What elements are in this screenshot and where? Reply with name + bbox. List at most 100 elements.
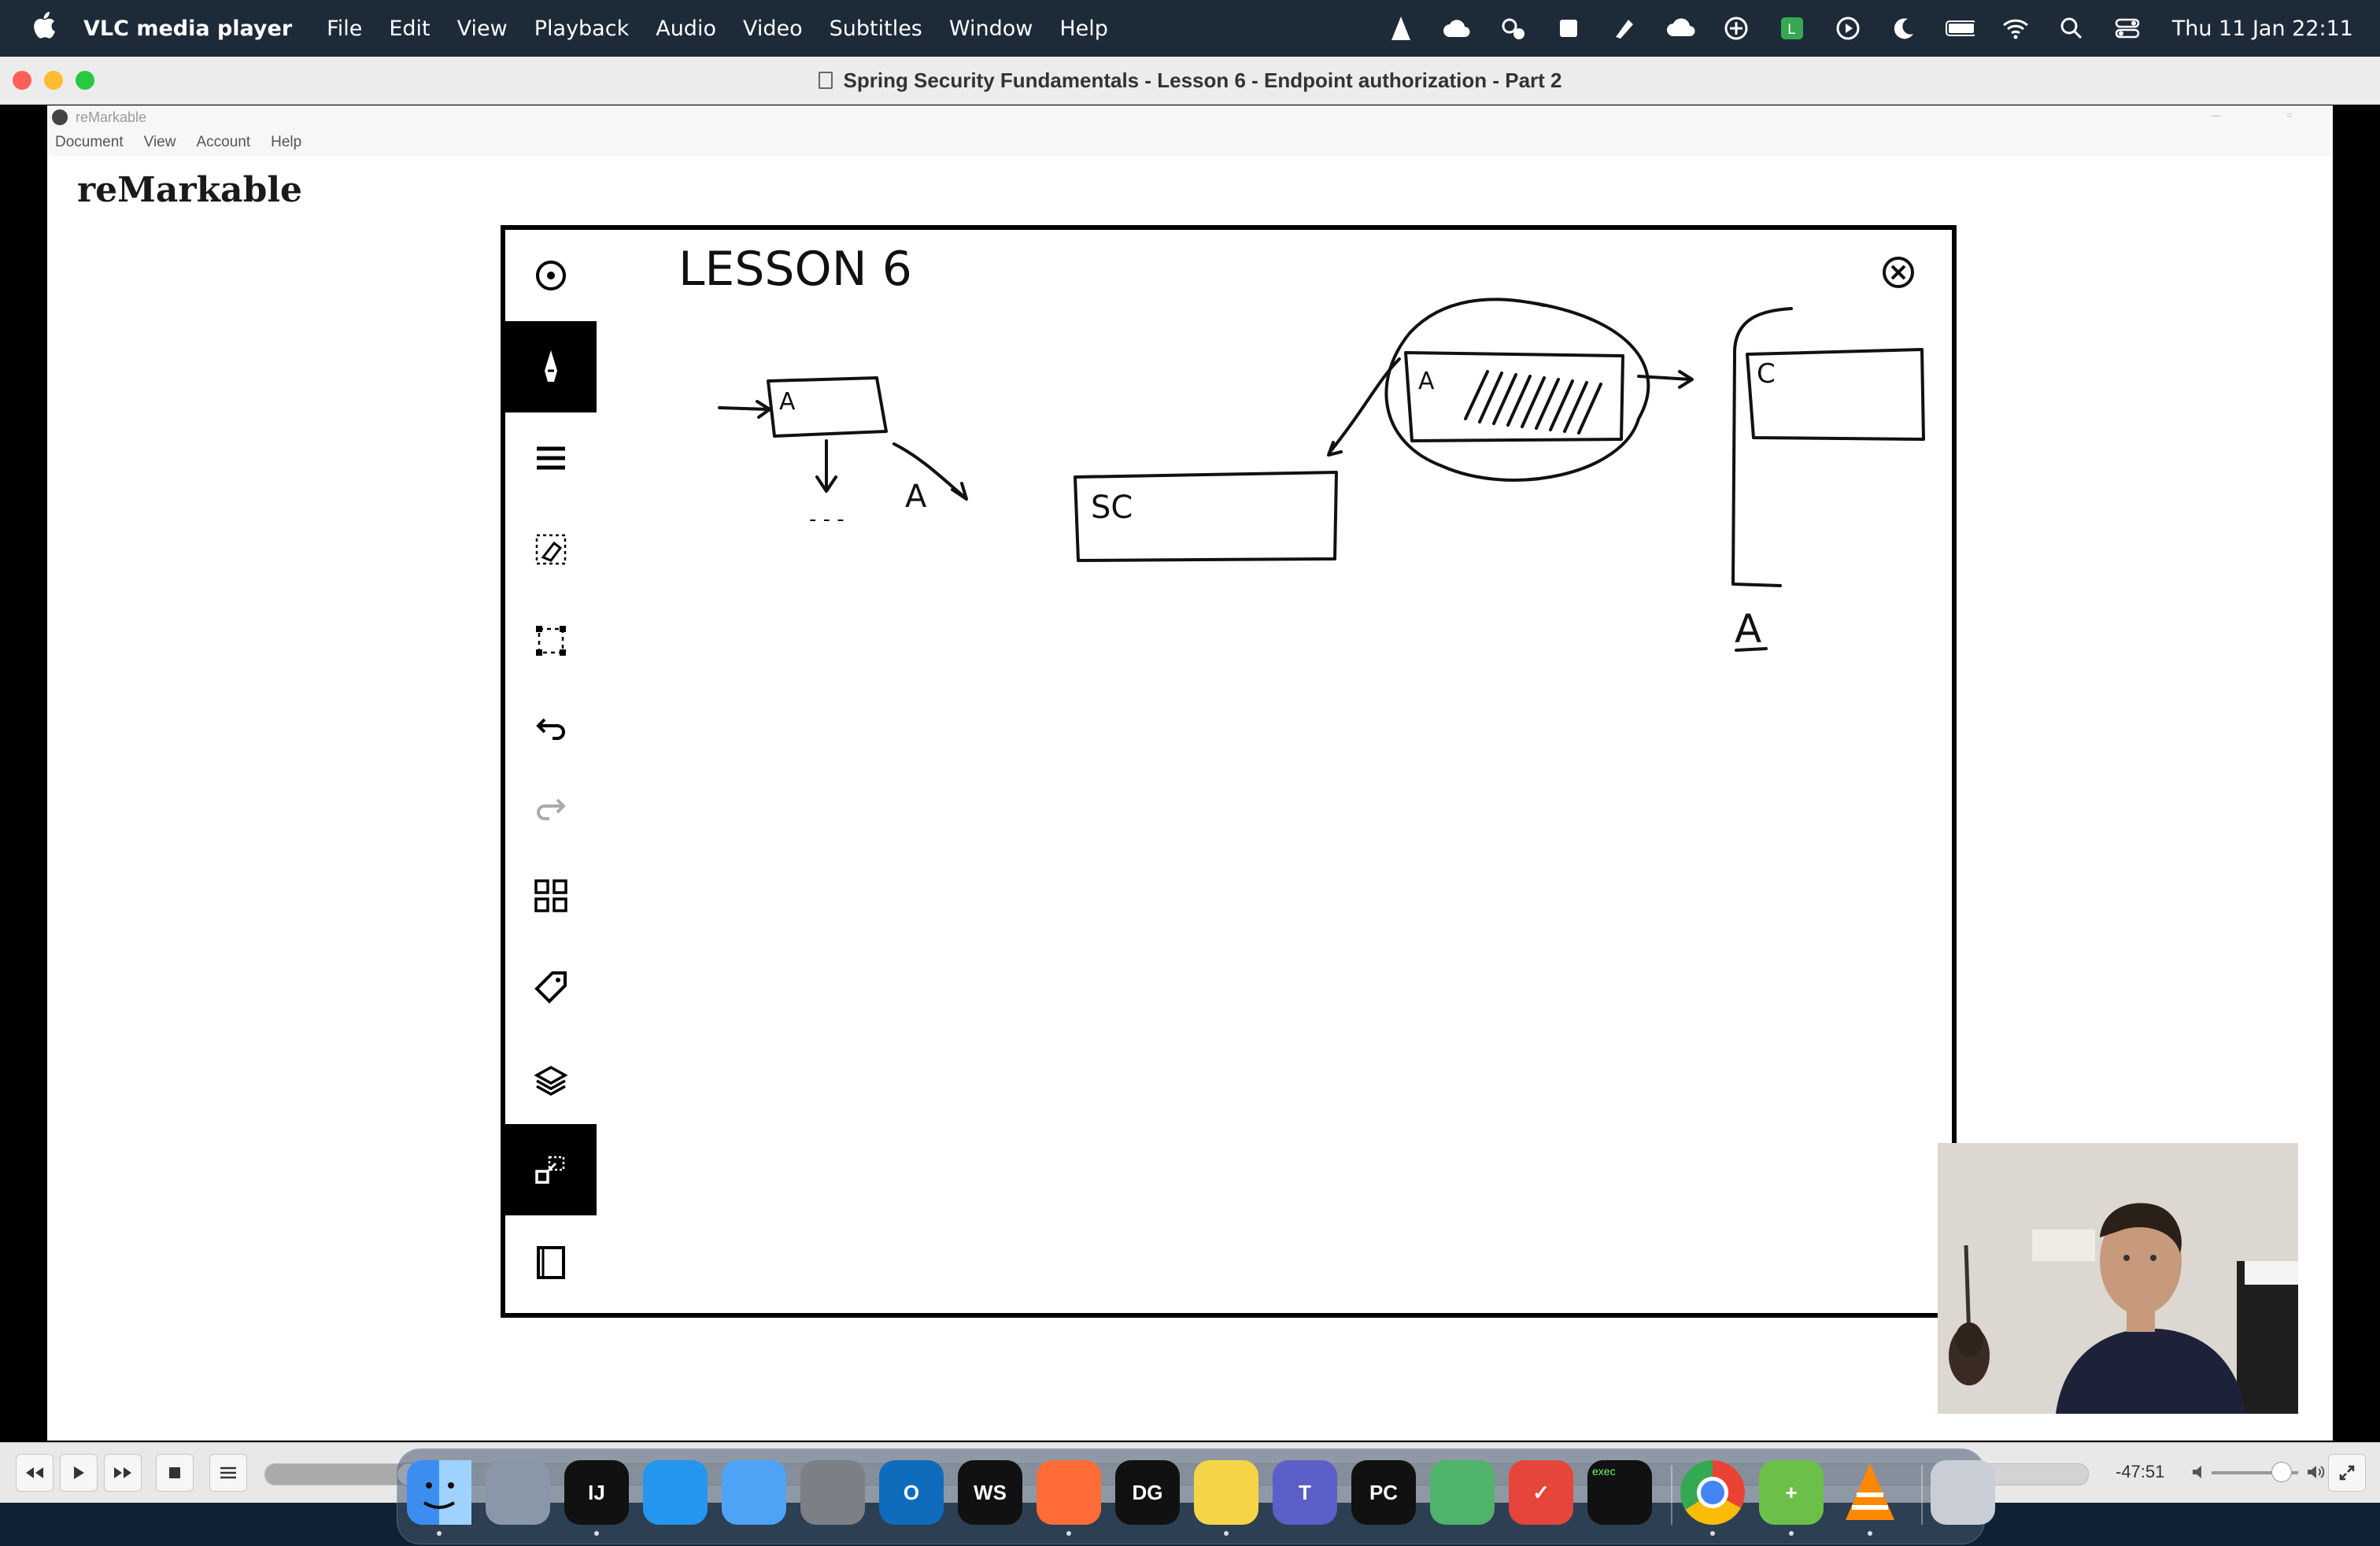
play-circle-icon[interactable] xyxy=(1833,13,1863,43)
dock-docker-icon[interactable] xyxy=(643,1460,708,1525)
volume-handle[interactable] xyxy=(2271,1462,2292,1482)
remarkable-menu-help: Help xyxy=(271,134,302,150)
letterbox-right xyxy=(2333,105,2380,1441)
remarkable-window-title: reMarkable xyxy=(76,109,147,125)
menu-file[interactable]: File xyxy=(327,17,362,41)
box-a-hatched xyxy=(1404,351,1624,442)
apple-icon[interactable] xyxy=(28,12,60,45)
under-a-label: A xyxy=(1735,606,1761,652)
menu-audio[interactable]: Audio xyxy=(656,17,716,41)
menu-playback[interactable]: Playback xyxy=(534,17,629,41)
menu-window[interactable]: Window xyxy=(949,17,1033,41)
box-c-label: C xyxy=(1757,358,1776,390)
seek-progress xyxy=(265,1464,408,1485)
close-circle-icon xyxy=(1883,257,1914,288)
video-frame[interactable]: reMarkable – ▫ Document View Account Hel… xyxy=(47,105,2333,1441)
app-name-menu[interactable]: VLC media player xyxy=(83,17,292,41)
remarkable-title-bar: reMarkable – ▫ xyxy=(47,105,2333,129)
c-bracket xyxy=(1731,307,1793,587)
control-center-icon[interactable] xyxy=(2112,13,2142,43)
arrow-a-label: A xyxy=(905,479,927,515)
dock-mail-icon[interactable] xyxy=(722,1460,786,1525)
box-sc-label: SC xyxy=(1091,490,1133,526)
webcam-overlay xyxy=(1938,1143,2298,1414)
menu-view[interactable]: View xyxy=(457,17,508,41)
fullscreen-button[interactable] xyxy=(2328,1454,2366,1492)
menu-help[interactable]: Help xyxy=(1059,17,1108,41)
dock-running-indicator xyxy=(594,1531,599,1536)
down-arrow xyxy=(815,439,837,493)
cloud-icon[interactable] xyxy=(1665,13,1695,43)
zoom-window-button[interactable] xyxy=(76,71,94,90)
dash-label: - - - xyxy=(809,508,844,531)
dock-finder-icon[interactable] xyxy=(407,1460,471,1525)
menu-clock[interactable]: Thu 11 Jan 22:11 xyxy=(2172,17,2353,41)
dock-launchpad-icon[interactable] xyxy=(486,1460,550,1525)
battery-icon[interactable] xyxy=(1945,13,1975,43)
dock-trash-icon[interactable] xyxy=(1931,1460,1995,1525)
remarkable-menu-view: View xyxy=(143,134,176,150)
document-icon xyxy=(818,72,833,89)
menu-bar: VLC media player File Edit View Playback… xyxy=(0,0,2380,57)
dock-notes-icon[interactable] xyxy=(1194,1460,1258,1525)
dock-postman-icon[interactable] xyxy=(1037,1460,1101,1525)
dock-chrome-icon[interactable] xyxy=(1680,1460,1745,1525)
volume-mute-icon[interactable] xyxy=(2191,1463,2207,1485)
vlc-window: Spring Security Fundamentals - Lesson 6 … xyxy=(0,57,2380,1503)
dock-separator xyxy=(1671,1465,1672,1525)
stop-button[interactable] xyxy=(156,1454,194,1492)
menu-video[interactable]: Video xyxy=(743,17,803,41)
window-title-bar: Spring Security Fundamentals - Lesson 6 … xyxy=(0,57,2380,105)
play-button[interactable] xyxy=(60,1454,98,1492)
presenter-video xyxy=(1938,1143,2298,1414)
hatching xyxy=(1464,370,1602,435)
spotlight-search-icon[interactable] xyxy=(2057,13,2086,43)
dock-tasks-icon[interactable]: ✓ xyxy=(1509,1460,1573,1525)
moon-icon[interactable] xyxy=(1889,13,1919,43)
playlist-button[interactable] xyxy=(209,1454,247,1492)
dock-system-settings-icon[interactable] xyxy=(800,1460,865,1525)
dock-running-indicator xyxy=(437,1531,442,1536)
menu-subtitles[interactable]: Subtitles xyxy=(830,17,922,41)
remarkable-menu-document: Document xyxy=(55,134,124,150)
remarkable-window-controls: – ▫ xyxy=(2212,107,2323,123)
remarkable-menu-account: Account xyxy=(196,134,251,150)
weather-icon[interactable] xyxy=(1498,13,1528,43)
remarkable-logo-icon xyxy=(52,109,68,125)
dock-running-indicator xyxy=(1868,1531,1872,1536)
dock-pycharm-icon[interactable]: PC xyxy=(1351,1460,1416,1525)
dock-webstorm-icon[interactable]: WS xyxy=(958,1460,1022,1525)
pen-tool-icon[interactable] xyxy=(1609,13,1639,43)
minimize-window-button[interactable] xyxy=(44,71,63,90)
dock-cloud-app-icon[interactable]: + xyxy=(1759,1460,1824,1525)
fast-forward-button[interactable] xyxy=(104,1454,142,1492)
time-remaining[interactable]: -47:51 xyxy=(2116,1462,2164,1482)
box-a2-label: A xyxy=(1418,368,1435,395)
dock-intellij-icon[interactable]: IJ xyxy=(564,1460,629,1525)
dock-terminal-icon[interactable]: exec xyxy=(1587,1460,1652,1525)
volume-max-icon[interactable] xyxy=(2306,1463,2325,1485)
dock-running-indicator xyxy=(1789,1531,1794,1536)
dock-network-radar-icon[interactable] xyxy=(1430,1460,1495,1525)
wifi-icon[interactable] xyxy=(2001,13,2031,43)
dock-running-indicator xyxy=(1224,1531,1229,1536)
dock-outlook-icon[interactable]: O xyxy=(879,1460,944,1525)
rewind-button[interactable] xyxy=(16,1454,54,1492)
dock-separator xyxy=(1921,1465,1923,1525)
volume-slider[interactable] xyxy=(2212,1462,2298,1482)
menu-edit[interactable]: Edit xyxy=(389,17,430,41)
scanner-icon[interactable] xyxy=(1554,13,1584,43)
vlc-status-icon[interactable] xyxy=(1386,13,1416,43)
svg-text:L: L xyxy=(1787,21,1795,38)
cloud-upload-icon[interactable] xyxy=(1442,13,1472,43)
box-a-label: A xyxy=(779,388,796,416)
antivirus-icon[interactable] xyxy=(1721,13,1751,43)
dock-running-indicator xyxy=(1066,1531,1071,1536)
dock-vlc-icon[interactable] xyxy=(1838,1460,1902,1525)
dock: IJ O WS DG T PC ✓ exec + xyxy=(397,1448,1995,1544)
dock-datagrip-icon[interactable]: DG xyxy=(1115,1460,1180,1525)
status-area: L Thu 11 Jan 22:11 xyxy=(1360,0,2353,57)
close-window-button[interactable] xyxy=(13,71,31,90)
dock-teams-icon[interactable]: T xyxy=(1273,1460,1337,1525)
spreadsheet-app-icon[interactable]: L xyxy=(1777,13,1807,43)
